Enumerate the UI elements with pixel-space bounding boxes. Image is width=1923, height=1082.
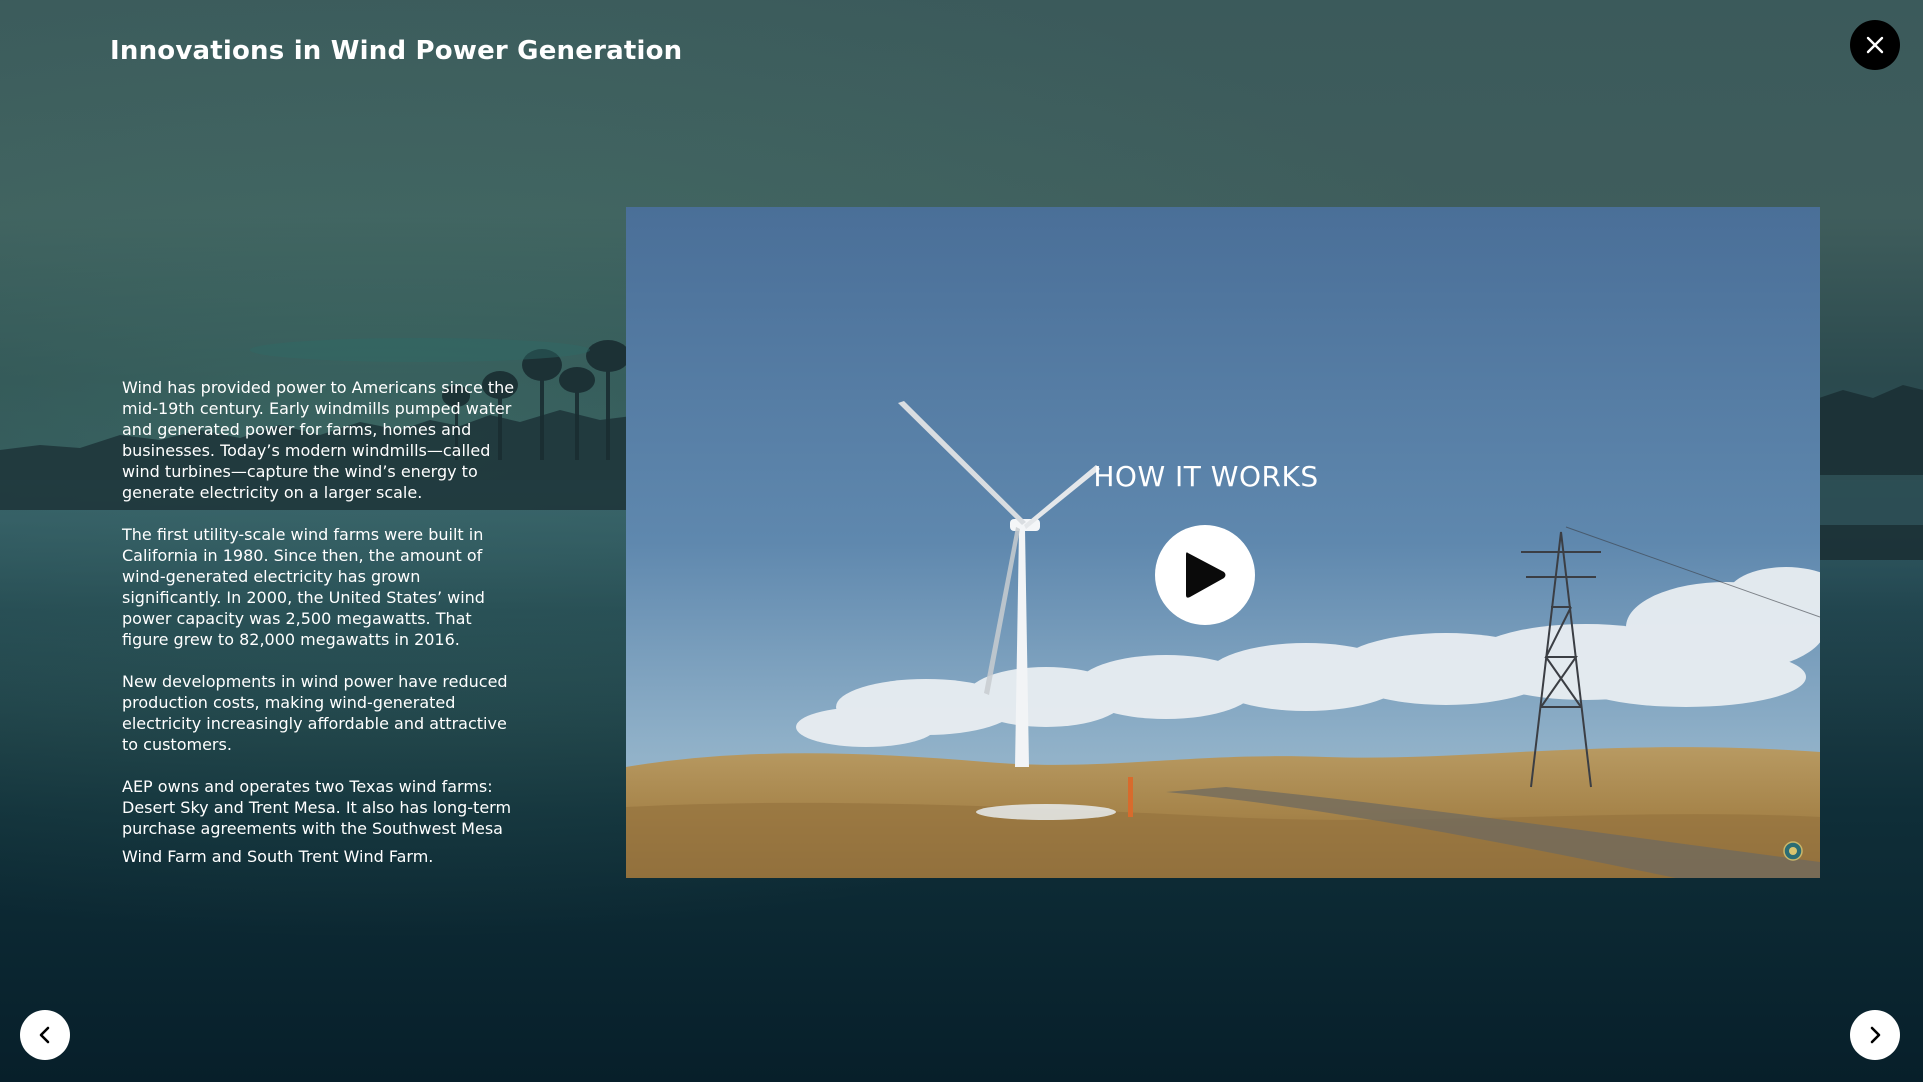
play-button[interactable]: [1155, 525, 1255, 625]
chevron-right-icon: [1870, 1026, 1881, 1044]
play-icon: [1186, 552, 1226, 598]
video-label: HOW IT WORKS: [1093, 460, 1319, 493]
paragraph: New developments in wind power have redu…: [122, 672, 508, 754]
previous-slide-button[interactable]: [20, 1010, 70, 1060]
background-shore-right: [1813, 385, 1923, 560]
next-slide-button[interactable]: [1850, 1010, 1900, 1060]
page-title: Innovations in Wind Power Generation: [110, 36, 683, 66]
chevron-left-icon: [39, 1026, 50, 1044]
article-body: Wind has provided power to Americans sin…: [122, 377, 522, 888]
modal-overlay: Innovations in Wind Power Generation Win…: [0, 0, 1923, 1082]
paragraph: Wind Farm and South Trent Wind Farm.: [122, 847, 434, 866]
video-player[interactable]: HOW IT WORKS: [626, 207, 1820, 878]
paragraph: AEP owns and operates two Texas wind far…: [122, 777, 512, 838]
doe-seal-icon: [1783, 841, 1803, 861]
close-button[interactable]: [1850, 20, 1900, 70]
paragraph: The first utility-scale wind farms were …: [122, 525, 485, 649]
paragraph: Wind has provided power to Americans sin…: [122, 378, 515, 502]
close-icon: [1866, 36, 1884, 54]
